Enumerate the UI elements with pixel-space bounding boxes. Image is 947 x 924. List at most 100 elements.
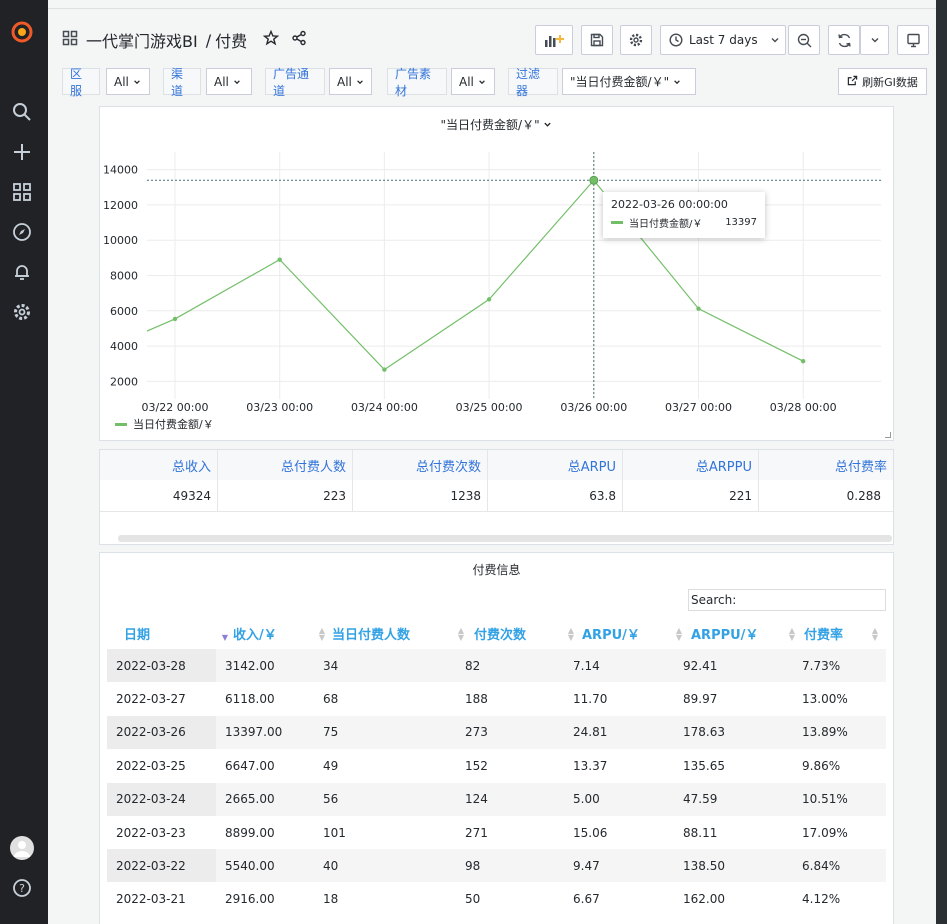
help-icon[interactable]: ? [10, 876, 34, 900]
var-select-channel[interactable]: All [206, 68, 252, 95]
var-value-channel: All [214, 74, 229, 89]
stats-header-cell[interactable]: 总付费次数 [352, 450, 487, 481]
zoom-out-button[interactable] [788, 25, 820, 55]
horizontal-scrollbar[interactable] [118, 535, 892, 542]
table-cell: 2022-03-23 [116, 825, 186, 840]
data-point[interactable] [801, 359, 806, 364]
table-column-header[interactable]: ARPPU/￥ ▲ ▼ [691, 613, 803, 653]
x-tick-label: 03/23 00:00 [246, 401, 313, 414]
refresh-gi-data-button[interactable]: 刷新GI数据 [838, 68, 927, 95]
table-column-header[interactable]: 付费率 ▲ ▼ [804, 613, 886, 653]
dashboard-title[interactable]: 付费 [215, 28, 247, 52]
alert-bell-icon[interactable] [10, 260, 34, 284]
gear-icon [629, 33, 643, 47]
var-label-server: 区服 [62, 67, 100, 98]
stats-value-cell: 1238 [450, 488, 481, 503]
data-point[interactable] [172, 316, 178, 322]
plus-icon[interactable] [10, 140, 34, 164]
table-cell: 188 [465, 691, 488, 706]
stats-header-cell[interactable]: 总付费率 [758, 450, 893, 481]
add-panel-button[interactable] [535, 25, 573, 55]
table-row[interactable]: 2022-03-28 3142.00 34 82 7.14 92.41 7.73% [107, 649, 886, 682]
settings-gear-icon[interactable] [10, 300, 34, 324]
table-column-header[interactable]: 收入/￥ ▲ ▼ [233, 613, 333, 653]
table-cell: 2022-03-26 [116, 725, 186, 740]
table-row[interactable]: 2022-03-25 6647.00 49 152 13.37 135.65 9.86% [107, 749, 886, 782]
table-cell: 5.00 [573, 792, 600, 807]
refresh-dashboard-button[interactable] [828, 25, 860, 55]
data-point[interactable] [382, 367, 387, 372]
var-select-ad-material[interactable]: All [451, 68, 495, 95]
table-cell: 13397.00 [225, 725, 283, 740]
var-label-channel: 渠道 [163, 67, 201, 98]
data-point[interactable] [277, 257, 282, 262]
table-column-header[interactable]: 日期 ▼ [124, 613, 232, 653]
time-range-picker[interactable]: Last 7 days [660, 25, 786, 55]
y-tick-label: 4000 [110, 340, 138, 353]
tv-mode-button[interactable] [897, 25, 929, 55]
table-cell: 2022-03-22 [116, 858, 186, 873]
x-tick-label: 03/25 00:00 [456, 401, 523, 414]
var-select-filter[interactable]: "当日付费金额/￥" [562, 68, 696, 95]
star-icon[interactable] [262, 29, 280, 50]
table-cell: 13.00% [802, 691, 848, 706]
save-icon [590, 33, 604, 47]
table-row[interactable]: 2022-03-24 2665.00 56 124 5.00 47.59 10.51% [107, 782, 886, 816]
tooltip-series-label: 当日付费金额/￥ [629, 219, 703, 230]
chart-legend[interactable]: 当日付费金额/￥ [115, 416, 214, 432]
data-point[interactable] [486, 297, 492, 302]
tooltip-row: 当日付费金额/￥ 13397 [611, 215, 757, 230]
chevron-down-icon [673, 75, 681, 89]
stats-header-cell[interactable]: 总ARPPU [622, 450, 758, 481]
table-cell: 8899.00 [225, 825, 275, 840]
table-row[interactable]: 2022-03-23 8899.00 101 271 15.06 88.11 17.09% [107, 816, 886, 849]
sort-icon: ▲ ▼ [871, 626, 878, 642]
share-icon[interactable] [291, 30, 307, 50]
var-label-filter: 过滤器 [508, 67, 558, 98]
table-cell: 10.51% [802, 792, 848, 807]
resize-handle-icon[interactable] [885, 432, 891, 438]
data-point[interactable] [696, 306, 701, 311]
table-column-header[interactable]: 付费次数 ▲ ▼ [474, 613, 582, 653]
grafana-logo-icon[interactable] [10, 20, 34, 44]
column-header-label: ARPPU/￥ [691, 627, 759, 643]
dashboard-folder-title[interactable]: 一代掌门游戏BI [86, 28, 198, 52]
var-select-ad-channel[interactable]: All [329, 68, 372, 95]
dashboard-settings-button[interactable] [620, 25, 652, 55]
x-tick-label: 03/24 00:00 [351, 401, 418, 414]
var-select-server[interactable]: All [106, 68, 150, 95]
chevron-down-icon [478, 75, 486, 89]
table-cell: 5540.00 [225, 858, 275, 873]
table-column-header[interactable]: 当日付费人数 ▲ ▼ [332, 613, 472, 653]
user-avatar[interactable] [10, 836, 34, 860]
search-input[interactable] [740, 591, 861, 609]
table-row[interactable]: 2022-03-27 6118.00 68 188 11.70 89.97 13.00% [107, 682, 886, 715]
table-cell: 6.67 [573, 892, 600, 907]
line-chart[interactable]: 14000 12000 10000 8000 6000 4000 2000 03/22 00:… [100, 107, 893, 440]
column-header-label: 付费次数 [474, 627, 527, 643]
table-cell: 6118.00 [225, 691, 275, 706]
table-cell: 152 [465, 758, 488, 773]
stats-header-cell[interactable]: 总收入 [100, 450, 217, 481]
table-column-header[interactable]: ARPU/￥ ▲ ▼ [582, 613, 690, 653]
table-row[interactable]: 2022-03-22 5540.00 40 98 9.47 138.50 6.84% [107, 849, 886, 883]
table-cell: 178.63 [683, 725, 725, 740]
y-tick-label: 10000 [103, 234, 138, 247]
table-row[interactable]: 2022-03-21 2916.00 18 50 6.67 162.00 4.12% [107, 883, 886, 916]
refresh-interval-dropdown[interactable] [860, 25, 889, 55]
stats-header-cell[interactable]: 总付费人数 [217, 450, 352, 481]
save-dashboard-button[interactable] [581, 25, 613, 55]
table-cell: 4.12% [802, 892, 841, 907]
stats-header-cell[interactable]: 总ARPU [487, 450, 622, 481]
column-header-label: ARPU/￥ [582, 627, 640, 643]
table-cell: 2665.00 [225, 792, 275, 807]
table-row[interactable]: 2022-03-26 13397.00 75 273 24.81 178.63 13.89% [107, 715, 886, 749]
var-value-server: All [114, 74, 129, 89]
explore-compass-icon[interactable] [10, 220, 34, 244]
column-header-label: 日期 [124, 627, 151, 643]
search-icon[interactable] [10, 100, 34, 124]
dashboards-icon[interactable] [10, 180, 34, 204]
table-cell: 11.70 [573, 691, 608, 706]
data-point-highlighted[interactable] [589, 175, 599, 185]
table-cell: 75 [323, 725, 339, 740]
